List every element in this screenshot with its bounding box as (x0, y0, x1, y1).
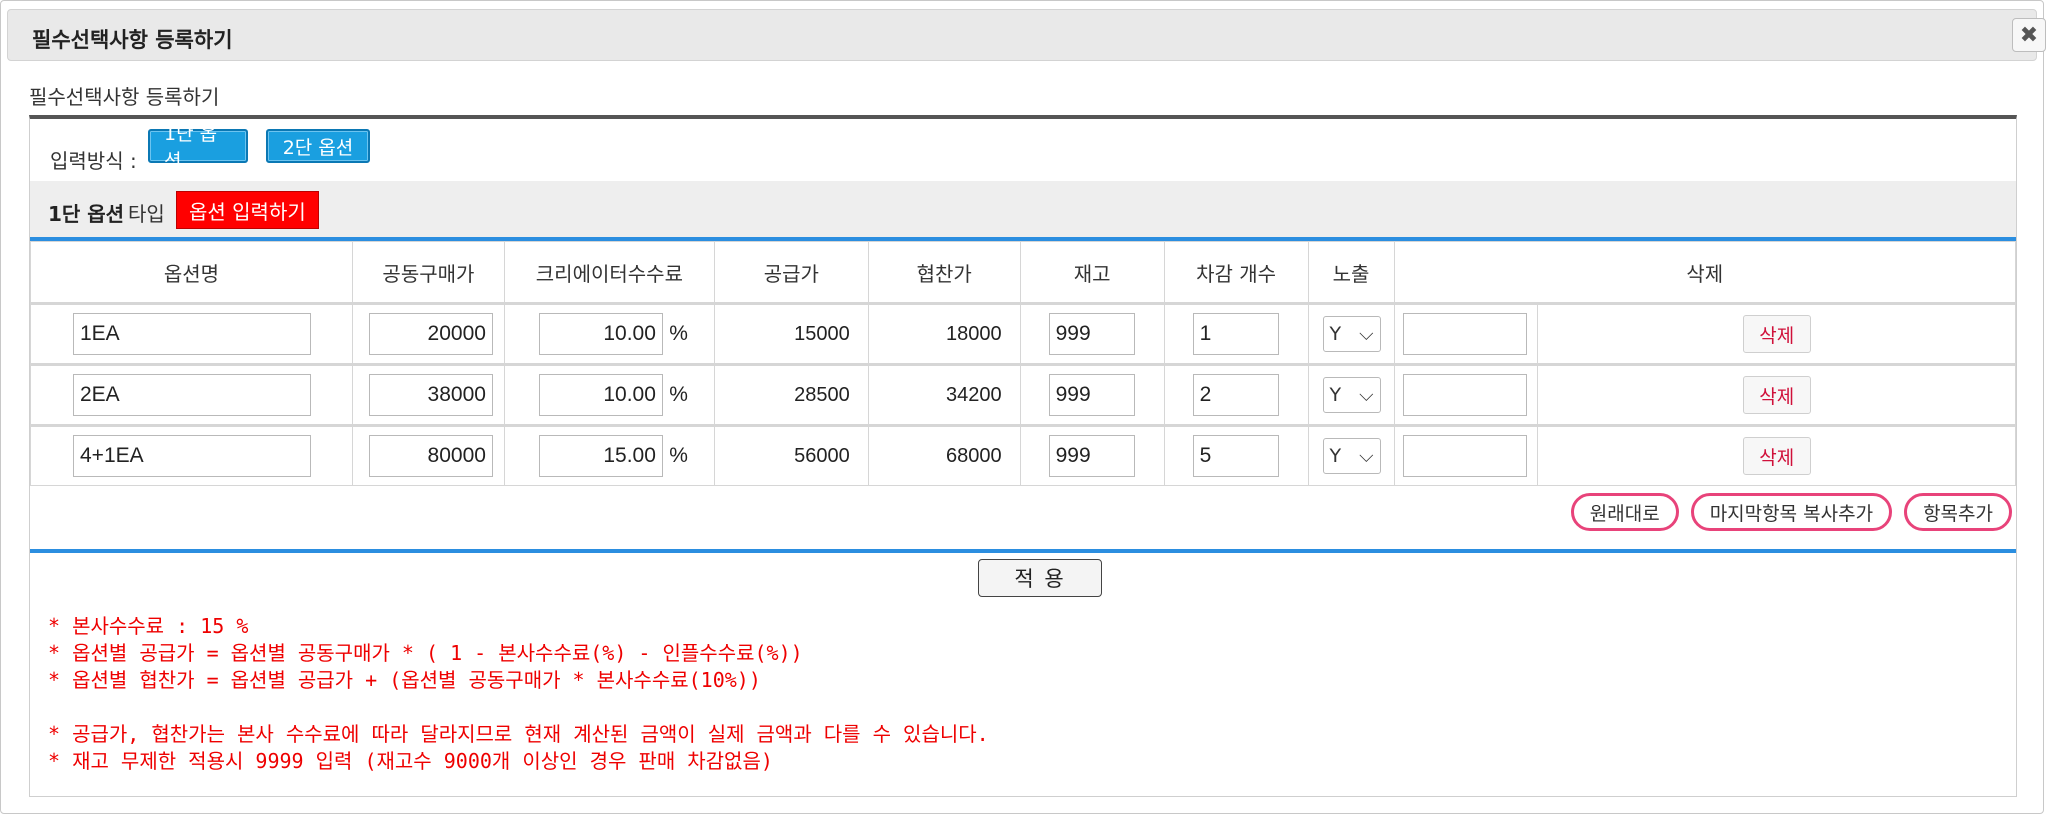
expose-value: Y (1329, 323, 1342, 345)
option-type-name: 1단 옵션 (48, 202, 125, 226)
close-button[interactable]: ✖ (2012, 18, 2046, 52)
chevron-down-icon: ⌵ (1359, 323, 1374, 345)
percent-unit: % (669, 444, 688, 467)
stock-input[interactable] (1048, 374, 1135, 416)
sponsor-price-value: 34200 (867, 363, 1021, 426)
col-group-price: 공동구매가 (351, 241, 505, 304)
option-type-label: 타입 (128, 202, 165, 226)
col-deduct-count: 차감 개수 (1163, 241, 1309, 304)
extra-input[interactable] (1402, 435, 1527, 477)
table-header-row: 옵션명 공동구매가 크리에이터수수료 공급가 협찬가 재고 차감 개수 노출 삭… (30, 241, 2016, 304)
extra-input[interactable] (1402, 313, 1527, 355)
col-delete: 삭제 (1393, 241, 2016, 304)
expose-value: Y (1329, 384, 1342, 406)
creator-fee-input[interactable] (538, 374, 663, 416)
percent-unit: % (669, 322, 688, 345)
supply-price-value: 28500 (713, 363, 869, 426)
stock-input[interactable] (1048, 435, 1135, 477)
note-line: * 옵션별 협찬가 = 옵션별 공급가 + (옵션별 공동구매가 * 본사수수료… (48, 668, 761, 692)
copy-last-row-button[interactable]: 마지막항목 복사추가 (1690, 493, 1893, 531)
section-divider (30, 549, 2016, 553)
col-sponsor-price: 협찬가 (867, 241, 1021, 304)
group-price-input[interactable] (368, 313, 493, 355)
expose-value: Y (1329, 445, 1342, 467)
option-register-dialog: 필수선택사항 등록하기 ✖ 필수선택사항 등록하기 입력방식 : 1단 옵션 2… (0, 0, 2046, 814)
note-line: * 옵션별 공급가 = 옵션별 공동구매가 * ( 1 - 본사수수료(%) -… (48, 641, 803, 665)
input-mode-row: 입력방식 : 1단 옵션 2단 옵션 (30, 119, 2016, 182)
section-subtitle: 필수선택사항 등록하기 (29, 85, 220, 109)
two-level-option-button[interactable]: 2단 옵션 (266, 129, 370, 163)
sponsor-price-value: 18000 (867, 302, 1021, 365)
expose-select[interactable]: Y ⌵ (1322, 316, 1381, 352)
apply-button[interactable]: 적 용 (978, 559, 1102, 597)
delete-row-button[interactable]: 삭제 (1742, 315, 1811, 353)
chevron-down-icon: ⌵ (1359, 384, 1374, 406)
deduct-count-input[interactable] (1192, 435, 1279, 477)
supply-price-value: 56000 (713, 424, 869, 486)
col-stock: 재고 (1019, 241, 1165, 304)
enter-options-button[interactable]: 옵션 입력하기 (176, 191, 319, 229)
col-creator-fee: 크리에이터수수료 (503, 241, 715, 304)
col-expose: 노출 (1307, 241, 1395, 304)
option-name-input[interactable] (73, 374, 311, 416)
table-row: % 28500 34200 Y⌵ 삭제 (30, 363, 2016, 426)
dialog-title: 필수선택사항 등록하기 (32, 28, 233, 52)
group-price-input[interactable] (368, 374, 493, 416)
group-price-input[interactable] (368, 435, 493, 477)
sponsor-price-value: 68000 (867, 424, 1021, 486)
deduct-count-input[interactable] (1192, 374, 1279, 416)
expose-select[interactable]: Y ⌵ (1322, 438, 1381, 474)
reset-button[interactable]: 원래대로 (1570, 493, 1679, 531)
note-line: * 공급가, 협찬가는 본사 수수료에 따라 달라지므로 현재 계산된 금액이 … (48, 722, 989, 746)
creator-fee-input[interactable] (538, 313, 663, 355)
deduct-count-input[interactable] (1192, 313, 1279, 355)
close-icon: ✖ (2019, 22, 2039, 48)
row-actions: 원래대로 마지막항목 복사추가 항목추가 (1570, 493, 2012, 531)
options-table: 옵션명 공동구매가 크리에이터수수료 공급가 협찬가 재고 차감 개수 노출 삭… (30, 241, 2016, 486)
input-mode-label: 입력방식 : (50, 149, 137, 173)
stock-input[interactable] (1048, 313, 1135, 355)
delete-row-button[interactable]: 삭제 (1742, 376, 1811, 414)
col-supply-price: 공급가 (713, 241, 869, 304)
col-option-name: 옵션명 (30, 241, 353, 304)
supply-price-value: 15000 (713, 302, 869, 365)
table-row: % 15000 18000 Y⌵ 삭제 (30, 302, 2016, 365)
percent-unit: % (669, 383, 688, 406)
note-spacer (48, 694, 989, 721)
table-row: % 56000 68000 Y⌵ 삭제 (30, 424, 2016, 486)
expose-select[interactable]: Y ⌵ (1322, 377, 1381, 413)
creator-fee-input[interactable] (538, 435, 663, 477)
option-type-bar: 1단 옵션 타입 옵션 입력하기 (30, 181, 2016, 241)
one-level-option-button[interactable]: 1단 옵션 (148, 123, 248, 172)
fee-notes: * 본사수수료 : 15 % * 옵션별 공급가 = 옵션별 공동구매가 * (… (48, 613, 989, 775)
dialog-titlebar: 필수선택사항 등록하기 ✖ (7, 9, 2046, 61)
delete-row-button[interactable]: 삭제 (1742, 437, 1811, 475)
option-name-input[interactable] (73, 313, 311, 355)
option-panel: 입력방식 : 1단 옵션 2단 옵션 1단 옵션 타입 옵션 입력하기 옵션명 … (29, 115, 2017, 797)
extra-input[interactable] (1402, 374, 1527, 416)
note-line: * 재고 무제한 적용시 9999 입력 (재고수 9000개 이상인 경우 판… (48, 749, 773, 773)
add-row-button[interactable]: 항목추가 (1904, 493, 2012, 531)
note-line: * 본사수수료 : 15 % (48, 614, 249, 638)
option-name-input[interactable] (73, 435, 311, 477)
chevron-down-icon: ⌵ (1359, 445, 1374, 467)
